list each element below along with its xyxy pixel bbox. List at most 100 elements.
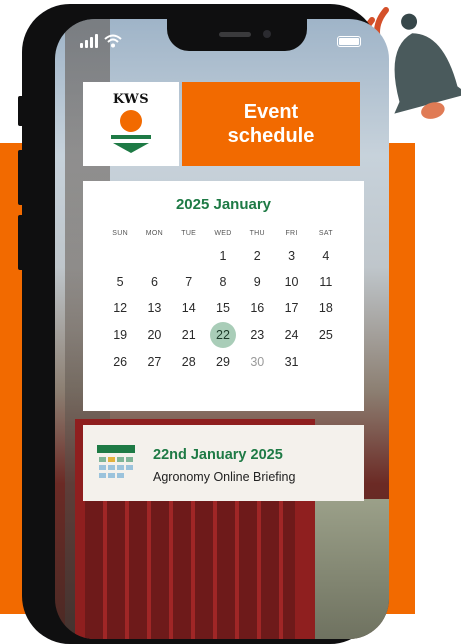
calendar-day[interactable]: 31 — [274, 349, 308, 375]
calendar-icon — [97, 445, 135, 478]
calendar-day[interactable]: 9 — [240, 269, 274, 295]
calendar-day[interactable]: 10 — [274, 269, 308, 295]
calendar-empty-cell — [137, 243, 171, 269]
calendar-day[interactable]: 20 — [137, 321, 171, 349]
calendar-day[interactable]: 28 — [172, 349, 206, 375]
calendar-day[interactable]: 27 — [137, 349, 171, 375]
calendar-day-label: 15 — [216, 301, 230, 315]
battery-icon — [337, 36, 361, 47]
calendar-day[interactable]: 29 — [206, 349, 240, 375]
calendar-day[interactable]: 7 — [172, 269, 206, 295]
calendar-day-label: 28 — [181, 355, 196, 369]
calendar-day[interactable]: 6 — [137, 269, 171, 295]
calendar-week-row: 1 2 3 4 — [103, 243, 343, 269]
calendar-day[interactable]: 14 — [172, 295, 206, 321]
title-line-1: Event — [243, 101, 299, 123]
calendar-day[interactable]: 21 — [172, 321, 206, 349]
calendar-day[interactable]: 3 — [274, 243, 308, 269]
calendar-day[interactable]: 1 — [206, 243, 240, 269]
calendar-day-label: 6 — [150, 275, 158, 289]
calendar-day[interactable]: 13 — [137, 295, 171, 321]
calendar-day-label: 23 — [250, 328, 265, 342]
calendar-day-label: 10 — [284, 275, 299, 289]
calendar-day-label: 17 — [284, 301, 299, 315]
calendar-day-label: 7 — [185, 275, 193, 289]
calendar-day[interactable]: 2 — [240, 243, 274, 269]
calendar-day-label: 25 — [318, 328, 333, 342]
speaker-grille — [219, 32, 251, 37]
calendar-day-label: 19 — [113, 328, 128, 342]
calendar-day[interactable]: 24 — [274, 321, 308, 349]
weekday-header: FRI — [285, 229, 298, 237]
calendar-day[interactable]: 30 — [240, 349, 274, 375]
calendar-day[interactable]: 11 — [309, 269, 343, 295]
title-line-2: schedule — [227, 125, 315, 147]
front-camera — [263, 30, 271, 38]
calendar-week-row: 5 6 7 8 9 10 11 — [103, 269, 343, 295]
calendar-day-label: 3 — [288, 249, 296, 263]
weekday-header: TUE — [181, 229, 197, 237]
background-machine-hoses — [85, 489, 295, 639]
logo-emblem-icon — [111, 110, 151, 153]
calendar: 2025 January SUN MON TUE WED THU FRI SAT 12345… — [83, 181, 364, 411]
event-name: Agronomy Online Briefing — [153, 470, 296, 484]
calendar-grid: SUN MON TUE WED THU FRI SAT 1 2 3 4 5 6 7 8 9 10 11 12 13 1… — [103, 223, 343, 375]
calendar-day-label: 27 — [147, 355, 162, 369]
phone-frame: KWS Event schedule 2025 January SUN MON TU… — [22, 4, 389, 644]
phone-notch — [167, 19, 307, 51]
logo-text: KWS — [112, 92, 150, 107]
calendar-day-label: 31 — [284, 355, 299, 369]
weekday-header: THU — [249, 229, 265, 237]
calendar-day-label: 26 — [113, 355, 128, 369]
calendar-day[interactable]: 26 — [103, 349, 137, 375]
calendar-day[interactable]: 8 — [206, 269, 240, 295]
calendar-empty-cell — [103, 243, 137, 269]
calendar-week-row: 26 27 28 29 30 31 — [103, 349, 343, 375]
signal-icon — [80, 34, 98, 48]
calendar-day-label: 20 — [147, 328, 162, 342]
calendar-day-label: 1 — [219, 249, 227, 263]
weekday-header: WED — [214, 229, 232, 237]
calendar-month-title: 2025 January — [175, 196, 272, 213]
calendar-day-label: 24 — [284, 328, 299, 342]
calendar-day-label: 21 — [181, 328, 196, 342]
calendar-week-row: 19 20 21 22 23 24 25 — [103, 321, 343, 349]
calendar-day-label: 11 — [319, 275, 333, 289]
kws-logo: KWS — [83, 82, 179, 166]
event-date: 22nd January 2025 — [153, 447, 283, 463]
weekday-header: SUN — [112, 229, 128, 237]
calendar-day-label: 9 — [253, 275, 261, 289]
calendar-day[interactable]: 12 — [103, 295, 137, 321]
weekday-header: MON — [145, 229, 164, 237]
event-card[interactable]: 22nd January 2025 Agronomy Online Briefi… — [83, 425, 364, 501]
calendar-day-label: 30 — [250, 355, 265, 369]
calendar-empty-cell — [309, 349, 343, 375]
calendar-day[interactable]: 4 — [309, 243, 343, 269]
calendar-day-selected[interactable]: 22 — [206, 321, 240, 349]
calendar-day-label: 29 — [216, 355, 230, 369]
calendar-day-label: 12 — [113, 301, 128, 315]
page-title: Event schedule — [182, 82, 360, 166]
calendar-day[interactable]: 16 — [240, 295, 274, 321]
calendar-day-label: 22 — [209, 322, 236, 348]
calendar-day-label: 8 — [219, 275, 227, 289]
status-bar-left — [80, 34, 122, 48]
calendar-day[interactable]: 18 — [309, 295, 343, 321]
calendar-day[interactable]: 19 — [103, 321, 137, 349]
calendar-day-label: 14 — [181, 301, 196, 315]
calendar-day-label: 4 — [322, 249, 330, 263]
calendar-day[interactable]: 23 — [240, 321, 274, 349]
calendar-day-label: 13 — [147, 301, 162, 315]
calendar-day[interactable]: 15 — [206, 295, 240, 321]
calendar-day-label: 5 — [116, 275, 124, 289]
calendar-day[interactable]: 25 — [309, 321, 343, 349]
calendar-day[interactable]: 5 — [103, 269, 137, 295]
calendar-day-label: 16 — [250, 301, 265, 315]
wifi-icon — [104, 34, 122, 48]
calendar-day[interactable]: 17 — [274, 295, 308, 321]
calendar-empty-cell — [172, 243, 206, 269]
calendar-day-label: 18 — [318, 301, 333, 315]
calendar-week-row: 12 13 14 15 16 17 18 — [103, 295, 343, 321]
calendar-day-label: 2 — [253, 249, 261, 263]
weekday-header: SAT — [318, 229, 333, 237]
